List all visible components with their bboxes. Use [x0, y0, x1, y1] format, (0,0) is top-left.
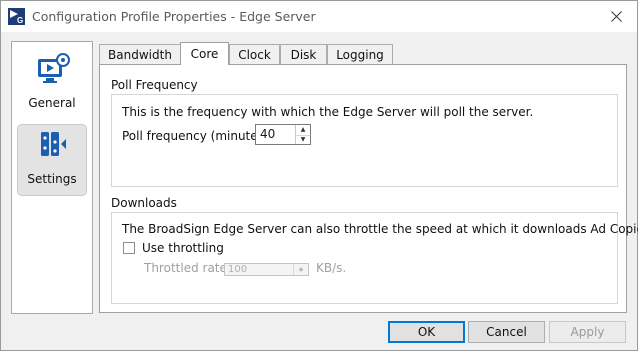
downloads-heading: Downloads: [111, 196, 177, 210]
sidebar-item-label: General: [28, 96, 76, 110]
use-throttling-checkbox[interactable]: [123, 242, 135, 254]
use-throttling-label: Use throttling: [142, 241, 224, 255]
monitor-gear-icon: [36, 53, 70, 87]
tab-clock[interactable]: Clock: [229, 44, 280, 64]
tab-bandwidth[interactable]: Bandwidth: [99, 44, 181, 64]
poll-frequency-label: Poll frequency (minutes):: [122, 129, 273, 143]
close-button[interactable]: [605, 5, 627, 27]
cancel-button[interactable]: Cancel: [468, 321, 545, 343]
close-icon: [610, 10, 622, 22]
sidebar-item-general[interactable]: General: [17, 48, 87, 118]
broadsign-app-icon: G: [8, 8, 25, 25]
tab-logging[interactable]: Logging: [327, 44, 393, 64]
tab-core[interactable]: Core: [180, 42, 229, 65]
downloads-group: The BroadSign Edge Server can also throt…: [111, 212, 638, 304]
poll-frequency-value: 40: [260, 127, 276, 141]
throttled-rate-stepper[interactable]: 100 ◆: [224, 263, 309, 276]
stepper-arrows: ◆: [293, 264, 308, 275]
sidebar-item-settings[interactable]: Settings: [17, 124, 87, 196]
dialog-window: G Configuration Profile Properties - Edg…: [0, 0, 638, 351]
window-title: Configuration Profile Properties - Edge …: [32, 9, 316, 24]
throttled-rate-value: 100: [228, 264, 248, 275]
svg-text:G: G: [17, 16, 23, 25]
category-sidebar: General Settings: [11, 41, 93, 314]
stepper-down-icon[interactable]: ▼: [296, 135, 310, 145]
apply-button[interactable]: Apply: [549, 321, 626, 343]
stepper-arrows: ▲ ▼: [295, 125, 310, 144]
sidebar-item-label: Settings: [27, 172, 77, 186]
throttled-rate-unit: KB/s.: [316, 261, 347, 275]
ok-button[interactable]: OK: [388, 321, 465, 343]
poll-frequency-heading: Poll Frequency: [111, 78, 198, 92]
poll-frequency-group: This is the frequency with which the Edg…: [111, 94, 618, 187]
tab-disk[interactable]: Disk: [280, 44, 327, 64]
tab-panel-core: Poll Frequency This is the frequency wit…: [99, 64, 638, 313]
settings-panel-icon: [36, 128, 70, 162]
poll-description: This is the frequency with which the Edg…: [122, 105, 534, 119]
downloads-description: The BroadSign Edge Server can also throt…: [122, 222, 638, 236]
poll-frequency-stepper[interactable]: 40 ▲ ▼: [255, 124, 311, 145]
stepper-spin-icon[interactable]: ◆: [294, 264, 308, 275]
throttled-rate-label: Throttled rate:: [144, 261, 231, 275]
title-bar: G Configuration Profile Properties - Edg…: [1, 1, 637, 32]
